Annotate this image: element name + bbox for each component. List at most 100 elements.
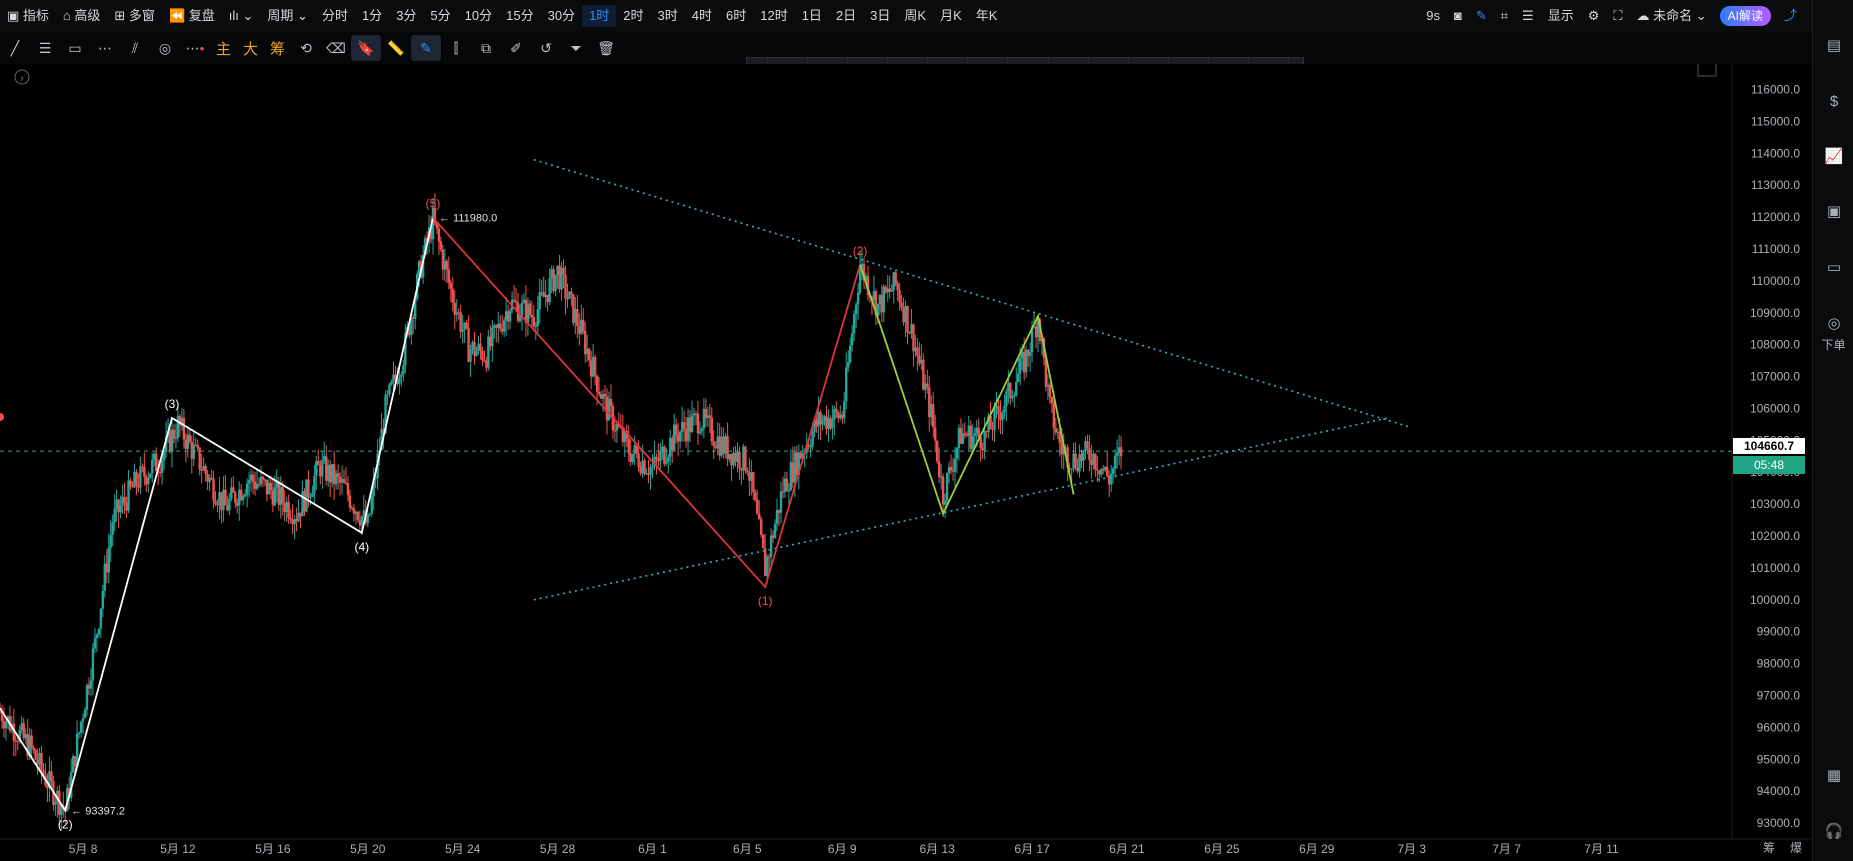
candle-body — [983, 430, 986, 451]
period-tab[interactable]: 分时 — [315, 5, 355, 27]
horizontal-lines-icon[interactable]: ☰ — [30, 35, 60, 61]
camera-icon[interactable]: ◙ — [1447, 5, 1469, 27]
fib-tool-icon[interactable]: ⫽ — [120, 35, 150, 61]
big-order-button[interactable]: 大 — [237, 38, 264, 59]
period-tab[interactable]: 12时 — [753, 5, 794, 27]
eraser-icon[interactable]: ⌫ — [321, 35, 351, 61]
rectangle-tool-icon[interactable]: ▭ — [60, 35, 90, 61]
price-chart[interactable]: (2) (3) (4) (5) (1) (2) ← 111980.0 ← 93397.2 9… — [0, 64, 1812, 861]
candle-body — [856, 292, 860, 305]
period-tab[interactable]: 3日 — [863, 5, 897, 27]
more-tools-icon[interactable]: ⋯ ● — [180, 35, 210, 61]
main-indicator-button[interactable]: 主 — [210, 38, 237, 59]
display-button[interactable]: 显示 — [1541, 5, 1581, 27]
candle-body — [481, 350, 484, 361]
bookmark-icon[interactable]: 🔖 — [351, 35, 382, 61]
period-tab[interactable]: 年K — [969, 5, 1005, 27]
wave-label: (1) — [758, 594, 773, 608]
period-tab[interactable]: 10分 — [458, 5, 499, 27]
chevron-down-icon: ⌄ — [293, 8, 308, 23]
dollar-icon[interactable]: $ — [1823, 90, 1845, 112]
period-tab[interactable]: 3分 — [389, 5, 423, 27]
draw-mode-icon[interactable]: ✎ — [411, 35, 442, 61]
candle-body — [1009, 383, 1012, 399]
curve-icon[interactable]: ↺ — [531, 35, 561, 61]
list-icon[interactable]: ☰ — [1515, 5, 1541, 27]
candle-body — [1088, 448, 1091, 460]
period-tab[interactable]: 5分 — [423, 5, 457, 27]
candle-body — [99, 608, 103, 629]
chart-up-icon[interactable]: 📈 — [1823, 145, 1845, 167]
bars-icon[interactable]: ⫿ — [441, 35, 471, 61]
price-tick-label: 93000.0 — [1757, 816, 1801, 830]
advanced-button[interactable]: ⌂ 高级 — [56, 5, 107, 27]
period-tab[interactable]: 1分 — [355, 5, 389, 27]
period-dropdown[interactable]: 周期 ⌄ — [260, 5, 315, 27]
chip-distribution-button[interactable]: 筹 — [264, 38, 291, 59]
candle-body — [459, 312, 462, 332]
period-tab[interactable]: 3时 — [651, 5, 685, 27]
headset-icon[interactable]: 🎧 — [1823, 820, 1845, 842]
candle-body — [439, 241, 443, 250]
candle-body — [953, 458, 957, 472]
share-icon[interactable]: ⤴ — [1777, 5, 1804, 27]
price-tick-label: 102000.0 — [1750, 529, 1800, 543]
trash-icon[interactable]: 🗑 — [591, 35, 621, 61]
time-tick-label: 7月 3 — [1397, 842, 1426, 856]
layout-icon[interactable]: ▦ — [1823, 764, 1845, 786]
card-icon[interactable]: ▭ — [1823, 256, 1845, 278]
price-tick-label: 97000.0 — [1757, 688, 1801, 702]
time-tick-label: 6月 29 — [1299, 842, 1335, 856]
candle-body — [54, 802, 57, 805]
copy-icon[interactable]: ⧉ — [471, 35, 501, 61]
pen-icon[interactable]: ✎ — [1469, 5, 1494, 27]
period-tab[interactable]: 4时 — [685, 5, 719, 27]
settings-icon[interactable]: ⚙ — [1581, 5, 1607, 27]
edit-icon[interactable]: ✐ — [501, 35, 531, 61]
multi-window-button[interactable]: ⊞ 多窗 — [107, 5, 162, 27]
price-tick-label: 116000.0 — [1751, 83, 1800, 97]
magnet-icon[interactable]: ⟲ — [291, 35, 321, 61]
period-tab[interactable]: 月K — [933, 5, 969, 27]
candle-body — [34, 749, 37, 760]
period-tab[interactable]: 2日 — [829, 5, 863, 27]
candle-body — [769, 535, 773, 557]
candle-body — [149, 473, 152, 478]
candle-body — [912, 324, 915, 352]
candle-body — [926, 383, 929, 388]
layout-name-dropdown[interactable]: ☁ 未命名 ⌄ — [1629, 5, 1713, 27]
candle-body — [311, 493, 314, 497]
period-tab[interactable]: 30分 — [541, 5, 582, 27]
period-tab[interactable]: 15分 — [499, 5, 540, 27]
period-tab[interactable]: 周K — [897, 5, 933, 27]
candle-body — [651, 466, 654, 468]
liquidation-label[interactable]: 爆 — [1790, 841, 1802, 855]
period-tab[interactable]: 2时 — [616, 5, 650, 27]
time-tick-label: 5月 8 — [69, 842, 98, 856]
candle-body — [696, 413, 700, 434]
order-label[interactable]: 下单 — [1813, 336, 1853, 353]
ruler-icon[interactable]: 📏 — [381, 35, 411, 61]
filter-icon[interactable]: ⏷ — [561, 35, 591, 61]
candle-body — [900, 302, 903, 308]
period-tab[interactable]: 6时 — [719, 5, 753, 27]
order-icon[interactable]: ◎ — [1823, 312, 1845, 334]
screen-icon[interactable]: ▣ — [1823, 200, 1845, 222]
line-tool-icon[interactable]: ╱ — [0, 35, 30, 61]
price-tick-label: 115000.0 — [1751, 114, 1800, 128]
fullscreen-icon[interactable]: ⛶ — [1606, 5, 1629, 27]
indicator-button[interactable]: ▣ 指标 — [0, 5, 56, 27]
period-tab[interactable]: 1日 — [795, 5, 829, 27]
chart-type-dropdown[interactable]: ılı ⌄ — [222, 5, 261, 27]
candle-body — [261, 476, 265, 480]
period-tab-active[interactable]: 1时 — [582, 5, 617, 27]
candle-body — [4, 721, 8, 729]
replay-button[interactable]: ⏪ 复盘 — [162, 5, 222, 27]
spiral-tool-icon[interactable]: ◎ — [150, 35, 180, 61]
calendar-icon[interactable]: ▤ — [1823, 34, 1845, 56]
ai-interpret-button[interactable]: AI解读 — [1719, 6, 1771, 26]
crop-icon[interactable]: ⌗ — [1494, 5, 1515, 27]
chips-label[interactable]: 筹 — [1763, 841, 1775, 855]
pattern-tool-icon[interactable]: ⋯ — [90, 35, 120, 61]
refresh-seconds[interactable]: 9s — [1419, 5, 1447, 27]
